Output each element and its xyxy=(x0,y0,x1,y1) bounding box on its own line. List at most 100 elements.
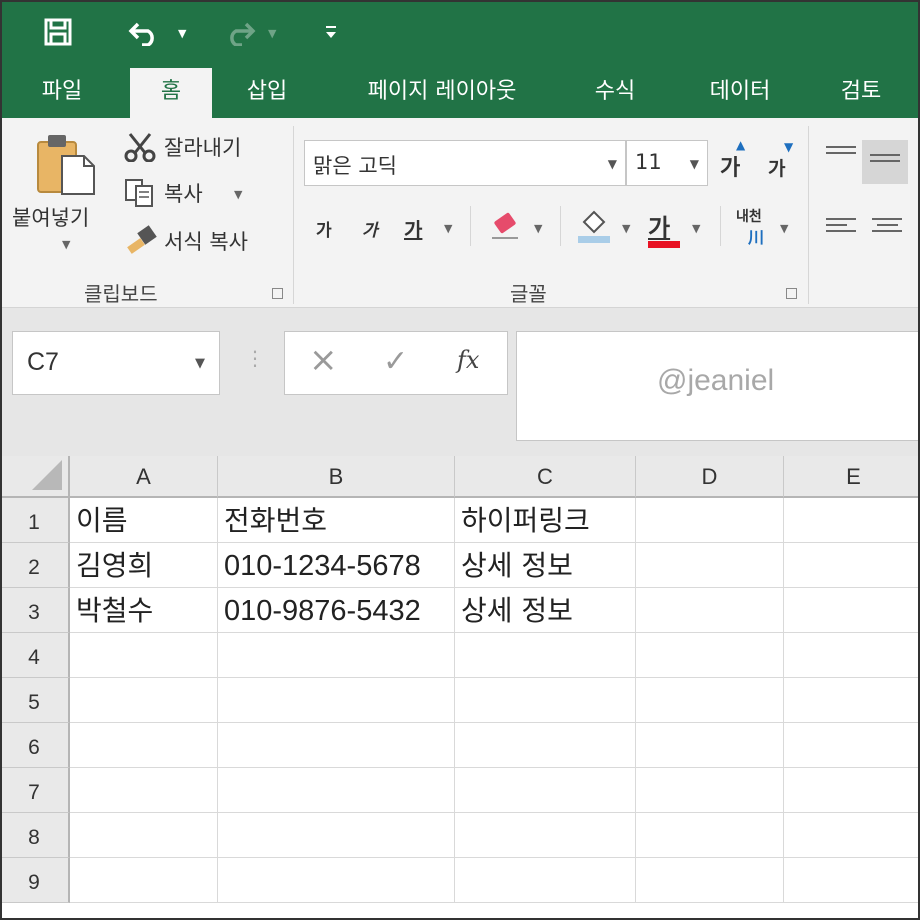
cell-a6[interactable] xyxy=(70,723,218,768)
save-icon[interactable] xyxy=(44,18,72,46)
cell-e2[interactable] xyxy=(784,543,920,588)
cell-b9[interactable] xyxy=(218,858,455,903)
cell-b6[interactable] xyxy=(218,723,455,768)
select-all-button[interactable] xyxy=(0,456,70,498)
cell-c3[interactable]: 상세 정보 xyxy=(455,588,636,633)
cell-c1[interactable]: 하이퍼링크 xyxy=(455,498,636,543)
cell-e5[interactable] xyxy=(784,678,920,723)
insert-function-button[interactable]: fx xyxy=(457,346,479,374)
cell-d9[interactable] xyxy=(636,858,784,903)
cell-a7[interactable] xyxy=(70,768,218,813)
cell-d7[interactable] xyxy=(636,768,784,813)
cell-c4[interactable] xyxy=(455,633,636,678)
tab-home[interactable]: 홈 xyxy=(130,68,212,118)
cell-b7[interactable] xyxy=(218,768,455,813)
cell-b2[interactable]: 010-1234-5678 xyxy=(218,543,455,588)
tab-page-layout[interactable]: 페이지 레이아웃 xyxy=(340,66,544,118)
underline-dropdown-icon[interactable]: ▼ xyxy=(444,222,452,235)
cell-e4[interactable] xyxy=(784,633,920,678)
redo-icon[interactable] xyxy=(222,18,256,46)
paste-icon[interactable] xyxy=(36,132,98,196)
name-box-dropdown-icon[interactable]: ▼ xyxy=(195,356,205,371)
cell-d1[interactable] xyxy=(636,498,784,543)
row-header-1[interactable]: 1 xyxy=(0,498,70,543)
eraser-icon[interactable] xyxy=(488,210,524,244)
format-painter-button[interactable]: 서식 복사 xyxy=(164,226,248,256)
cell-d2[interactable] xyxy=(636,543,784,588)
cell-e3[interactable] xyxy=(784,588,920,633)
name-box[interactable]: C7 ▼ xyxy=(12,331,220,395)
cell-d5[interactable] xyxy=(636,678,784,723)
bold-button[interactable]: 가 xyxy=(316,216,332,241)
font-size-dropdown-icon[interactable]: ▼ xyxy=(690,157,699,171)
undo-dropdown-icon[interactable]: ▼ xyxy=(178,27,186,40)
font-color-button[interactable]: 가 xyxy=(648,208,680,248)
format-painter-icon[interactable] xyxy=(124,224,160,254)
cell-c8[interactable] xyxy=(455,813,636,858)
phonetic-guide-button[interactable]: 내천 川 xyxy=(736,206,776,250)
phonetic-guide-dropdown-icon[interactable]: ▼ xyxy=(780,222,788,235)
cell-c2[interactable]: 상세 정보 xyxy=(455,543,636,588)
row-header-8[interactable]: 8 xyxy=(0,813,70,858)
column-header-e[interactable]: E xyxy=(784,456,920,498)
customize-quick-access-icon[interactable] xyxy=(324,24,338,40)
align-center-icon[interactable] xyxy=(872,218,902,240)
fill-color-icon[interactable] xyxy=(576,206,612,244)
eraser-dropdown-icon[interactable]: ▼ xyxy=(534,222,542,235)
cell-d8[interactable] xyxy=(636,813,784,858)
align-middle-button[interactable] xyxy=(862,140,908,184)
row-header-9[interactable]: 9 xyxy=(0,858,70,903)
cut-icon[interactable] xyxy=(124,132,156,162)
copy-button[interactable]: 복사 xyxy=(164,178,203,208)
paste-button[interactable]: 붙여넣기 xyxy=(12,202,89,232)
font-name-dropdown-icon[interactable]: ▼ xyxy=(608,157,617,171)
row-header-5[interactable]: 5 xyxy=(0,678,70,723)
cell-d3[interactable] xyxy=(636,588,784,633)
decrease-font-size-button[interactable]: 가 ▼ xyxy=(768,140,793,181)
formula-input[interactable]: @jeaniel xyxy=(516,331,920,441)
cell-e8[interactable] xyxy=(784,813,920,858)
formula-bar-grip-icon[interactable]: ⋮ xyxy=(245,346,265,370)
clipboard-dialog-launcher-icon[interactable] xyxy=(272,288,283,299)
cell-b1[interactable]: 전화번호 xyxy=(218,498,455,543)
cell-a9[interactable] xyxy=(70,858,218,903)
cancel-icon[interactable]: × xyxy=(309,340,338,380)
cell-d4[interactable] xyxy=(636,633,784,678)
cell-b4[interactable] xyxy=(218,633,455,678)
cell-e7[interactable] xyxy=(784,768,920,813)
tab-file[interactable]: 파일 xyxy=(18,66,106,118)
font-color-dropdown-icon[interactable]: ▼ xyxy=(692,222,700,235)
align-top-icon[interactable] xyxy=(826,146,856,168)
redo-dropdown-icon[interactable]: ▼ xyxy=(268,27,276,40)
copy-icon[interactable] xyxy=(124,178,156,208)
cell-b5[interactable] xyxy=(218,678,455,723)
cell-a3[interactable]: 박철수 xyxy=(70,588,218,633)
cell-a5[interactable] xyxy=(70,678,218,723)
cell-c5[interactable] xyxy=(455,678,636,723)
tab-insert[interactable]: 삽입 xyxy=(226,66,308,118)
cell-e6[interactable] xyxy=(784,723,920,768)
align-left-icon[interactable] xyxy=(826,218,856,240)
font-dialog-launcher-icon[interactable] xyxy=(786,288,797,299)
row-header-6[interactable]: 6 xyxy=(0,723,70,768)
column-header-b[interactable]: B xyxy=(218,456,455,498)
cell-c6[interactable] xyxy=(455,723,636,768)
cell-c9[interactable] xyxy=(455,858,636,903)
copy-dropdown-icon[interactable]: ▼ xyxy=(234,188,242,201)
cell-b3[interactable]: 010-9876-5432 xyxy=(218,588,455,633)
undo-icon[interactable] xyxy=(128,18,162,46)
column-header-a[interactable]: A xyxy=(70,456,218,498)
tab-review[interactable]: 검토 xyxy=(820,66,902,118)
font-name-combobox[interactable]: 맑은 고딕 ▼ xyxy=(304,140,626,186)
column-header-c[interactable]: C xyxy=(455,456,636,498)
cell-e1[interactable] xyxy=(784,498,920,543)
enter-icon[interactable]: ✓ xyxy=(383,344,408,379)
cell-d6[interactable] xyxy=(636,723,784,768)
underline-button[interactable]: 가 xyxy=(404,214,422,243)
cell-e9[interactable] xyxy=(784,858,920,903)
cut-button[interactable]: 잘라내기 xyxy=(164,132,241,162)
italic-button[interactable]: 가 xyxy=(362,216,378,241)
fill-color-dropdown-icon[interactable]: ▼ xyxy=(622,222,630,235)
column-header-d[interactable]: D xyxy=(636,456,784,498)
tab-data[interactable]: 데이터 xyxy=(688,66,792,118)
